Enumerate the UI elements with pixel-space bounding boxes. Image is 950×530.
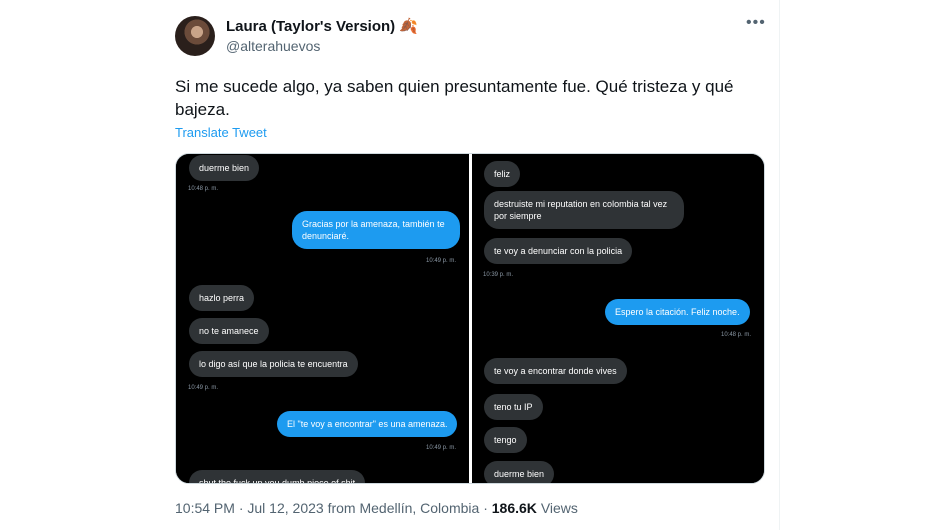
message-bubble: tengo [484,427,527,453]
message-timestamp: 10:39 p. m. [483,272,514,278]
author-handle[interactable]: @alterahuevos [226,38,320,54]
message-bubble: duerme bien [484,461,555,483]
message-bubble: Gracias por la amenaza, también te denun… [292,211,460,249]
message-bubble: El "te voy a encontrar" es una amenaza. [277,411,458,437]
message-timestamp: 10:49 p. m. [188,385,219,391]
message-bubble: Espero la citación. Feliz noche. [605,299,750,325]
avatar[interactable] [175,16,215,56]
message-bubble: shut the fuck up you dumb piece of shit [189,470,366,483]
message-bubble: te voy a denunciar con la policia [484,238,633,264]
message-bubble: feliz [484,161,521,187]
chat-screenshot-left[interactable]: duerme bien 10:48 p. m. Gracias por la a… [176,154,469,483]
tweet-text: Si me sucede algo, ya saben quien presun… [175,77,734,119]
tweet-media[interactable]: duerme bien 10:48 p. m. Gracias por la a… [175,153,765,484]
message-bubble: teno tu IP [484,394,543,420]
author-name[interactable]: Laura (Taylor's Version) 🍂 [226,17,418,35]
message-bubble: no te amanece [189,318,269,344]
views-count[interactable]: 186.6K [492,500,537,516]
more-options-icon[interactable]: ••• [746,14,766,32]
tweet-location: from Medellín, Colombia [327,500,480,516]
meta-separator: · [483,500,492,516]
message-timestamp: 10:49 p. m. [426,258,457,264]
message-bubble: te voy a encontrar donde vives [484,358,627,384]
author-name-text: Laura (Taylor's Version) [226,18,396,35]
message-bubble: destruiste mi reputation en colombia tal… [484,191,684,229]
views-label: Views [540,500,578,516]
message-bubble: lo digo así que la policia te encuentra [189,351,358,377]
message-timestamp: 10:48 p. m. [188,186,219,192]
message-timestamp: 10:48 p. m. [721,332,752,338]
translate-tweet-link[interactable]: Translate Tweet [175,125,267,140]
tweet-card: Laura (Taylor's Version) 🍂 @alterahuevos … [160,0,780,530]
message-bubble: duerme bien [189,155,260,181]
chat-screenshot-right[interactable]: feliz destruiste mi reputation en colomb… [472,154,764,483]
tweet-meta: 10:54 PM · Jul 12, 2023 from Medellín, C… [175,500,578,516]
tweet-date[interactable]: Jul 12, 2023 [247,500,323,516]
message-bubble: hazlo perra [189,285,255,311]
leaf-emoji-icon: 🍂 [399,18,418,35]
message-timestamp: 10:49 p. m. [426,445,457,451]
tweet-time[interactable]: 10:54 PM [175,500,235,516]
